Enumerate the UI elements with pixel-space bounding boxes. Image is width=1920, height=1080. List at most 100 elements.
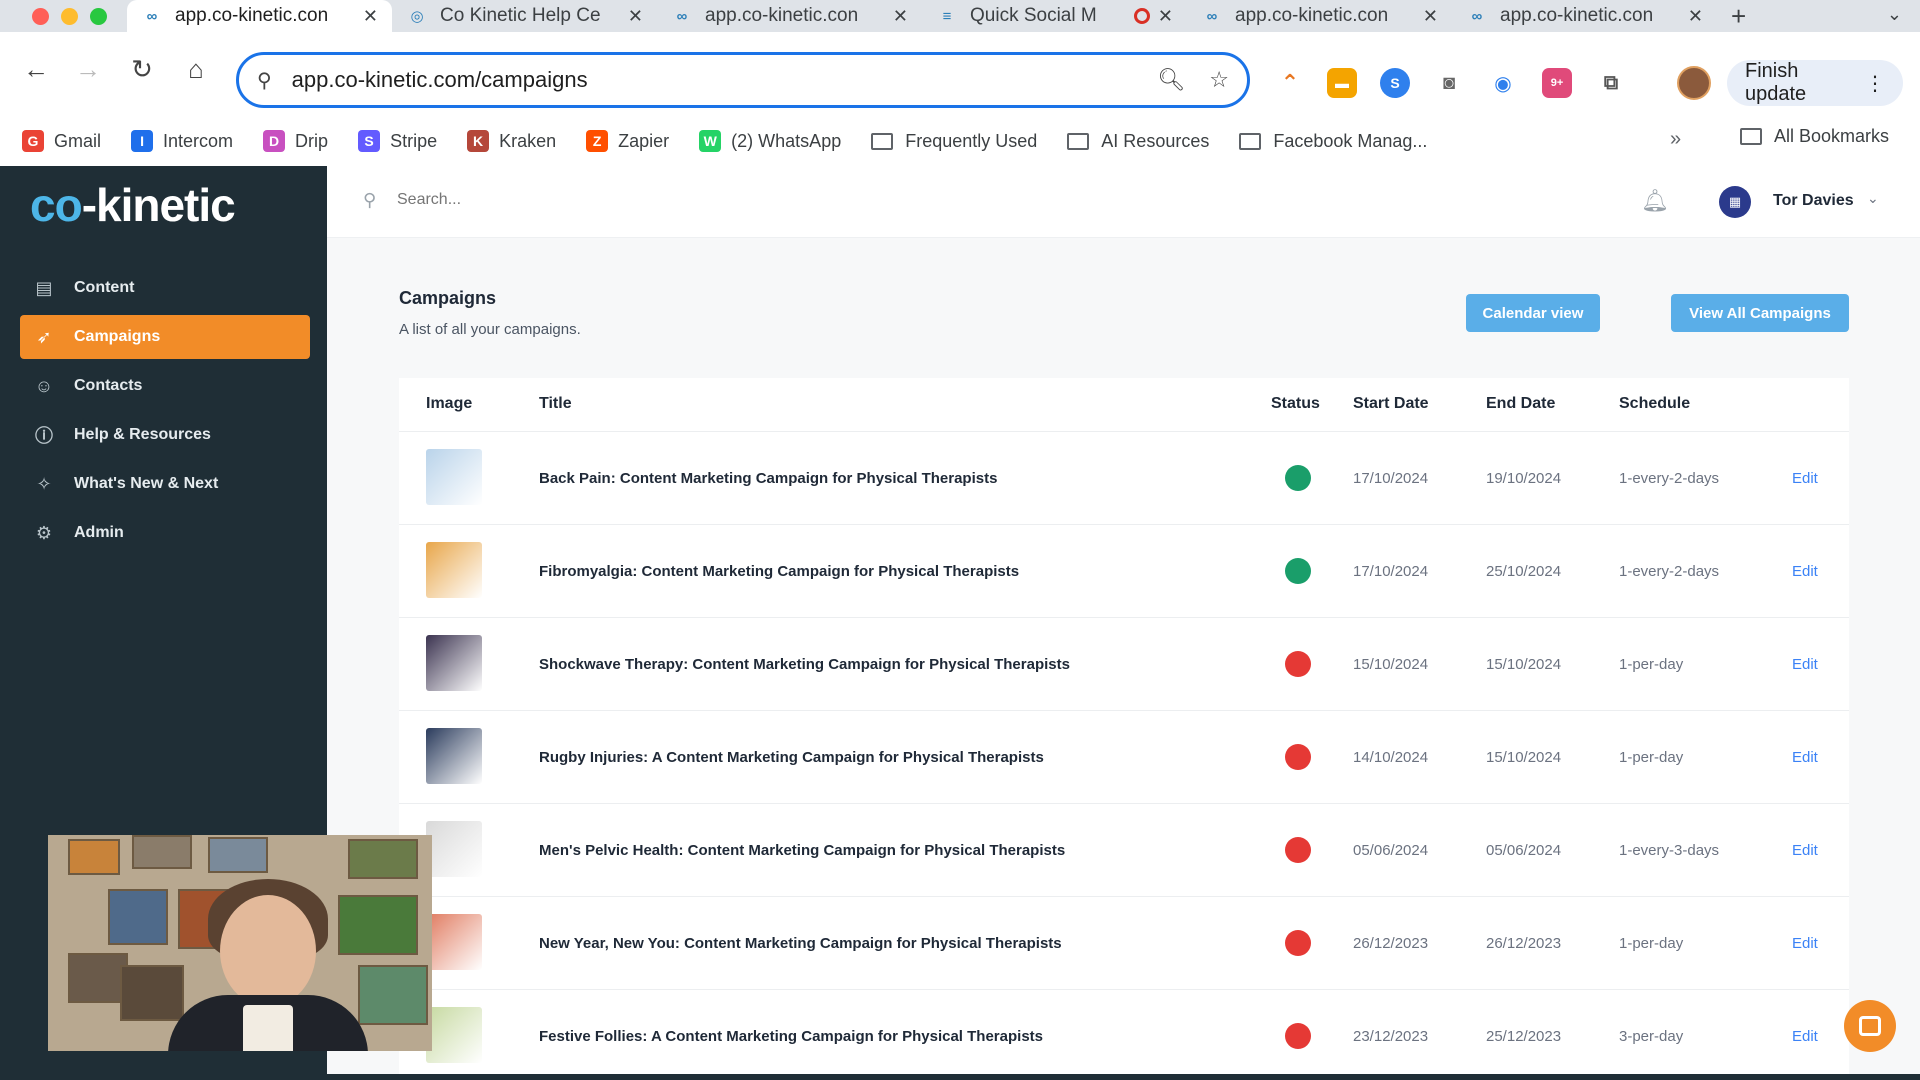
extensions-puzzle-icon[interactable]: ⧉ — [1596, 68, 1626, 98]
screenshot-camera-icon[interactable]: ◙ — [1434, 68, 1464, 98]
url-text[interactable]: app.co-kinetic.com/campaigns — [292, 67, 1134, 93]
bookmark-item[interactable]: Facebook Manag... — [1239, 131, 1427, 152]
tab-title: app.co-kinetic.con — [175, 5, 329, 26]
home-icon[interactable]: ⌂ — [178, 54, 214, 85]
close-tab-icon[interactable]: ✕ — [1423, 6, 1438, 27]
campaign-thumbnail[interactable] — [426, 635, 482, 691]
browser-tab[interactable]: ◎ Co Kinetic Help Ce ✕ — [392, 0, 657, 32]
sidebar-item-help-resources[interactable]: ⓘ Help & Resources — [20, 413, 310, 457]
new-tab-button[interactable]: + — [1717, 0, 1760, 32]
sidebar-item-content[interactable]: ▤ Content — [20, 266, 310, 310]
sidebar-item-contacts[interactable]: ☺ Contacts — [20, 364, 310, 408]
browser-tab[interactable]: ≡ Quick Social M ✕ — [922, 0, 1187, 32]
rocket-icon: ➶ — [36, 326, 52, 347]
tab-search-chevron-icon[interactable]: ⌄ — [1887, 4, 1902, 25]
bookmarks-overflow-icon[interactable]: » — [1670, 128, 1681, 151]
browser-tab[interactable]: ∞ app.co-kinetic.con ✕ — [657, 0, 922, 32]
bookmark-item[interactable]: W (2) WhatsApp — [699, 130, 841, 152]
extension-badge-icon[interactable]: 9+ — [1542, 68, 1572, 98]
bookmark-item[interactable]: Frequently Used — [871, 131, 1037, 152]
campaign-thumbnail[interactable] — [426, 542, 482, 598]
extension-arc-icon[interactable]: ⌃ — [1275, 68, 1305, 98]
site-info-icon[interactable]: ⚲ — [257, 68, 272, 93]
browser-tab[interactable]: ∞ app.co-kinetic.con ✕ — [1187, 0, 1452, 32]
bookmark-item[interactable]: D Drip — [263, 130, 328, 152]
edit-link[interactable]: Edit — [1792, 1028, 1818, 1045]
table-row[interactable]: Rugby Injuries: A Content Marketing Camp… — [399, 711, 1849, 804]
status-indicator — [1285, 837, 1311, 863]
extension-s-icon[interactable]: S — [1380, 68, 1410, 98]
close-window-button[interactable] — [32, 7, 49, 25]
edit-link[interactable]: Edit — [1792, 749, 1818, 766]
bookmark-item[interactable]: AI Resources — [1067, 131, 1209, 152]
status-indicator — [1285, 465, 1311, 491]
sidebar-item-what-s-new-next[interactable]: ✧ What's New & Next — [20, 462, 310, 506]
chevron-down-icon[interactable]: ⌄ — [1867, 190, 1879, 207]
bookmark-star-icon[interactable]: ☆ — [1209, 67, 1229, 93]
address-bar[interactable]: ⚲ app.co-kinetic.com/campaigns 🔍︎ ☆ — [236, 52, 1250, 108]
campaign-thumbnail[interactable] — [426, 914, 482, 970]
extension-lock-icon[interactable]: ◉ — [1488, 68, 1518, 98]
all-bookmarks-button[interactable]: All Bookmarks — [1740, 126, 1889, 147]
campaign-title[interactable]: Festive Follies: A Content Marketing Cam… — [539, 1028, 1043, 1045]
more-menu-icon[interactable]: ⋮ — [1865, 71, 1885, 96]
maximize-window-button[interactable] — [90, 7, 107, 25]
edit-link[interactable]: Edit — [1792, 470, 1818, 487]
co-kinetic-logo[interactable]: co-kinetic — [30, 178, 236, 232]
bookmark-item[interactable]: I Intercom — [131, 130, 233, 152]
browser-tab[interactable]: ∞ app.co-kinetic.con ✕ — [127, 0, 392, 32]
user-name[interactable]: Tor Davies — [1773, 192, 1854, 210]
bookmark-item[interactable]: G Gmail — [22, 130, 101, 152]
campaign-thumbnail[interactable] — [426, 821, 482, 877]
edit-link[interactable]: Edit — [1792, 842, 1818, 859]
campaign-title[interactable]: Rugby Injuries: A Content Marketing Camp… — [539, 749, 1044, 766]
campaign-title[interactable]: Men's Pelvic Health: Content Marketing C… — [539, 842, 1065, 859]
table-row[interactable]: Men's Pelvic Health: Content Marketing C… — [399, 804, 1849, 897]
edit-link[interactable]: Edit — [1792, 935, 1818, 952]
table-row[interactable]: Fibromyalgia: Content Marketing Campaign… — [399, 525, 1849, 618]
reload-icon[interactable]: ↻ — [124, 54, 160, 85]
edit-link[interactable]: Edit — [1792, 656, 1818, 673]
search-input[interactable] — [397, 184, 997, 216]
campaign-title[interactable]: New Year, New You: Content Marketing Cam… — [539, 935, 1062, 952]
campaign-title[interactable]: Fibromyalgia: Content Marketing Campaign… — [539, 563, 1019, 580]
sidebar-item-campaigns[interactable]: ➶ Campaigns — [20, 315, 310, 359]
edit-link[interactable]: Edit — [1792, 563, 1818, 580]
bookmark-label: Facebook Manag... — [1273, 130, 1428, 151]
view-all-campaigns-button[interactable]: View All Campaigns — [1671, 294, 1849, 332]
extension-notes-icon[interactable]: ▬ — [1327, 68, 1357, 98]
campaign-title[interactable]: Shockwave Therapy: Content Marketing Cam… — [539, 656, 1070, 673]
finish-update-button[interactable]: Finish update ⋮ — [1727, 60, 1903, 106]
folder-icon — [871, 132, 894, 150]
gmail-icon: G — [22, 130, 44, 152]
bookmark-item[interactable]: Z Zapier — [586, 130, 669, 152]
notification-bell-icon[interactable]: 🔔︎ — [1641, 188, 1669, 214]
bookmark-item[interactable]: S Stripe — [358, 130, 437, 152]
profile-avatar[interactable] — [1677, 66, 1711, 100]
campaign-title[interactable]: Back Pain: Content Marketing Campaign fo… — [539, 470, 997, 487]
forward-icon[interactable]: → — [70, 54, 106, 85]
table-row[interactable]: Shockwave Therapy: Content Marketing Cam… — [399, 618, 1849, 711]
campaign-thumbnail[interactable] — [426, 728, 482, 784]
user-avatar[interactable]: ▦ — [1719, 186, 1751, 218]
table-row[interactable]: New Year, New You: Content Marketing Cam… — [399, 897, 1849, 990]
back-icon[interactable]: ← — [18, 54, 54, 85]
browser-tab[interactable]: ∞ app.co-kinetic.con ✕ — [1452, 0, 1717, 32]
calendar-view-button[interactable]: Calendar view — [1466, 294, 1600, 332]
campaign-thumbnail[interactable] — [426, 1007, 482, 1063]
close-tab-icon[interactable]: ✕ — [363, 6, 378, 27]
close-tab-icon[interactable]: ✕ — [893, 6, 908, 27]
close-tab-icon[interactable]: ✕ — [628, 6, 643, 27]
campaign-thumbnail[interactable] — [426, 449, 482, 505]
tab-title: app.co-kinetic.con — [1500, 5, 1654, 26]
zoom-icon[interactable]: 🔍︎ — [1157, 67, 1185, 93]
table-row[interactable]: Festive Follies: A Content Marketing Cam… — [399, 990, 1849, 1080]
minimize-window-button[interactable] — [61, 7, 78, 25]
sidebar-item-admin[interactable]: ⚙ Admin — [20, 511, 310, 555]
bookmark-item[interactable]: K Kraken — [467, 130, 556, 152]
table-row[interactable]: Back Pain: Content Marketing Campaign fo… — [399, 432, 1849, 525]
close-tab-icon[interactable]: ✕ — [1158, 6, 1173, 27]
close-tab-icon[interactable]: ✕ — [1688, 6, 1703, 27]
person-shirt — [243, 1005, 293, 1051]
chat-support-button[interactable] — [1844, 1000, 1896, 1052]
